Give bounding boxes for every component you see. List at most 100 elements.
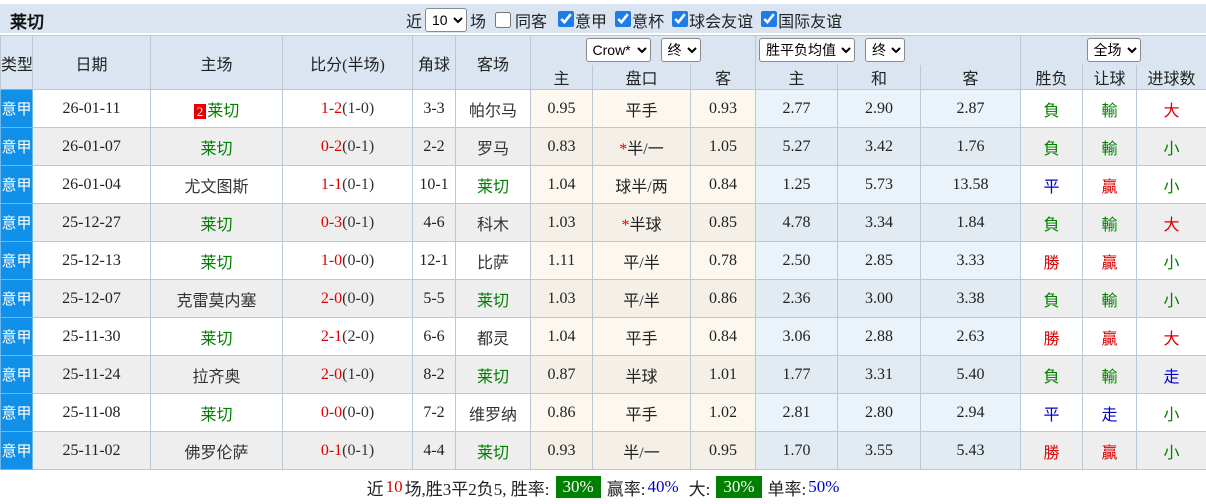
euro-away-odds: 1.76 bbox=[957, 138, 985, 155]
goals-label: 大 bbox=[1164, 217, 1180, 234]
halftime-score: (0-1) bbox=[342, 442, 374, 459]
goals-label: 小 bbox=[1164, 255, 1180, 272]
match-date: 25-11-08 bbox=[62, 404, 120, 421]
asia-time-select[interactable]: 终 bbox=[661, 38, 701, 62]
same-away-checkbox[interactable] bbox=[495, 12, 511, 28]
corner-score: 8-2 bbox=[423, 366, 444, 383]
away-team-name: 比萨 bbox=[477, 255, 509, 272]
fulltime-score: 0-1 bbox=[321, 442, 342, 459]
euro-draw-odds: 2.80 bbox=[865, 404, 893, 421]
topbar: 莱切 近 10 场 同客 意甲意杯球会友谊国际友谊 bbox=[0, 4, 1206, 35]
away-team-name: 帕尔马 bbox=[469, 103, 517, 120]
fulltime-score: 0-2 bbox=[321, 138, 342, 155]
europe-odds-select[interactable]: 胜平负均值 bbox=[759, 38, 855, 62]
goals-cell: 小 bbox=[1137, 128, 1206, 166]
asia-home-odds-cell: 0.93 bbox=[531, 432, 593, 470]
euro-draw-odds: 3.34 bbox=[865, 214, 893, 231]
near-label: 近 bbox=[406, 8, 422, 32]
league-checkbox[interactable] bbox=[672, 11, 688, 27]
match-date: 25-11-02 bbox=[62, 442, 120, 459]
euro-draw-odds-cell: 3.42 bbox=[838, 128, 921, 166]
league-checkbox-label: 球会友谊 bbox=[689, 14, 753, 31]
page-title: 莱切 bbox=[10, 8, 44, 33]
handicap-result-cell: 輸 bbox=[1083, 128, 1137, 166]
league-label: 意甲 bbox=[1, 330, 31, 346]
home-team-cell: 2莱切 bbox=[151, 90, 283, 128]
league-checkbox[interactable] bbox=[558, 11, 574, 27]
goals-label: 小 bbox=[1164, 445, 1180, 462]
handicap-result-cell: 輸 bbox=[1083, 204, 1137, 242]
euro-away-odds-cell: 1.84 bbox=[921, 204, 1021, 242]
home-team-cell: 克雷莫内塞 bbox=[151, 280, 283, 318]
euro-away-odds-cell: 1.76 bbox=[921, 128, 1021, 166]
rank-badge: 2 bbox=[194, 104, 207, 119]
asia-home-odds: 1.04 bbox=[548, 328, 576, 345]
asia-home-odds: 0.87 bbox=[548, 366, 576, 383]
asia-home-odds: 0.95 bbox=[548, 100, 576, 117]
summary-text: 场,胜3平2负5, 胜率: bbox=[405, 475, 550, 500]
corner-score: 7-2 bbox=[423, 404, 444, 421]
euro-home-odds-cell: 4.78 bbox=[756, 204, 838, 242]
bookmaker-select[interactable]: Crow* bbox=[586, 38, 651, 62]
euro-draw-odds: 2.85 bbox=[865, 252, 893, 269]
asia-home-odds-cell: 0.83 bbox=[531, 128, 593, 166]
corner-score: 2-2 bbox=[423, 138, 444, 155]
euro-home-odds: 1.70 bbox=[783, 442, 811, 459]
europe-time-select[interactable]: 终 bbox=[865, 38, 905, 62]
away-team-name: 莱切 bbox=[477, 369, 509, 386]
league-cell: 意甲 bbox=[1, 166, 33, 204]
asia-home-odds-cell: 0.87 bbox=[531, 356, 593, 394]
handicap-cell: 平手 bbox=[593, 394, 691, 432]
date-cell: 25-11-30 bbox=[33, 318, 151, 356]
corner-score: 4-4 bbox=[423, 442, 444, 459]
date-cell: 25-12-27 bbox=[33, 204, 151, 242]
handicap-result-label: 贏 bbox=[1102, 255, 1118, 272]
asia-away-odds-cell: 0.95 bbox=[691, 432, 756, 470]
euro-draw-odds: 3.55 bbox=[865, 442, 893, 459]
euro-home-odds-cell: 5.27 bbox=[756, 128, 838, 166]
asia-away-odds-cell: 1.05 bbox=[691, 128, 756, 166]
handicap-result-label: 輸 bbox=[1102, 369, 1118, 386]
asia-away-odds-cell: 0.85 bbox=[691, 204, 756, 242]
euro-draw-odds-cell: 3.31 bbox=[838, 356, 921, 394]
outcome-cell: 勝 bbox=[1021, 242, 1083, 280]
handicap-result-label: 贏 bbox=[1102, 331, 1118, 348]
scope-select[interactable]: 全场 bbox=[1087, 38, 1141, 62]
home-team-cell: 莱切 bbox=[151, 128, 283, 166]
outcome-cell: 負 bbox=[1021, 90, 1083, 128]
handicap-result-label: 贏 bbox=[1102, 445, 1118, 462]
euro-draw-odds-cell: 2.85 bbox=[838, 242, 921, 280]
home-team-cell: 拉齐奥 bbox=[151, 356, 283, 394]
handicap-result-label: 走 bbox=[1102, 407, 1118, 424]
outcome-label: 平 bbox=[1044, 179, 1060, 196]
match-date: 25-11-24 bbox=[62, 366, 120, 383]
sub-header-euro-away: 客 bbox=[921, 65, 1021, 90]
home-team-name: 莱切 bbox=[200, 217, 232, 234]
col-header-away: 客场 bbox=[456, 36, 531, 90]
league-checkbox[interactable] bbox=[615, 11, 631, 27]
handicap-cell: 半/一 bbox=[593, 432, 691, 470]
handicap-cell: 平手 bbox=[593, 318, 691, 356]
handicap-cell: 半球 bbox=[593, 356, 691, 394]
euro-home-odds: 5.27 bbox=[783, 138, 811, 155]
fulltime-score: 2-0 bbox=[321, 290, 342, 307]
corner-cell: 5-5 bbox=[413, 280, 456, 318]
away-team-name: 莱切 bbox=[477, 179, 509, 196]
handicap-line: 半/一 bbox=[623, 445, 659, 462]
goals-cell: 小 bbox=[1137, 432, 1206, 470]
handicap-line: 平手 bbox=[625, 103, 657, 120]
score-cell: 1-0(0-0) bbox=[283, 242, 413, 280]
league-checkbox[interactable] bbox=[761, 11, 777, 27]
match-count-select[interactable]: 10 bbox=[425, 8, 467, 32]
home-team-cell: 莱切 bbox=[151, 394, 283, 432]
asia-home-odds-cell: 1.04 bbox=[531, 318, 593, 356]
match-table: 类型 日期 主场 比分(半场) 角球 客场 Crow* 终 胜平负均值 终 全场 bbox=[0, 35, 1206, 470]
asia-home-odds: 0.86 bbox=[548, 404, 576, 421]
euro-home-odds: 2.81 bbox=[783, 404, 811, 421]
match-date: 25-12-07 bbox=[62, 290, 121, 307]
handicap-result-cell: 輸 bbox=[1083, 356, 1137, 394]
home-team-name: 莱切 bbox=[200, 331, 232, 348]
home-team-cell: 莱切 bbox=[151, 318, 283, 356]
odd-rate: 50% bbox=[808, 477, 839, 497]
corner-cell: 3-3 bbox=[413, 90, 456, 128]
